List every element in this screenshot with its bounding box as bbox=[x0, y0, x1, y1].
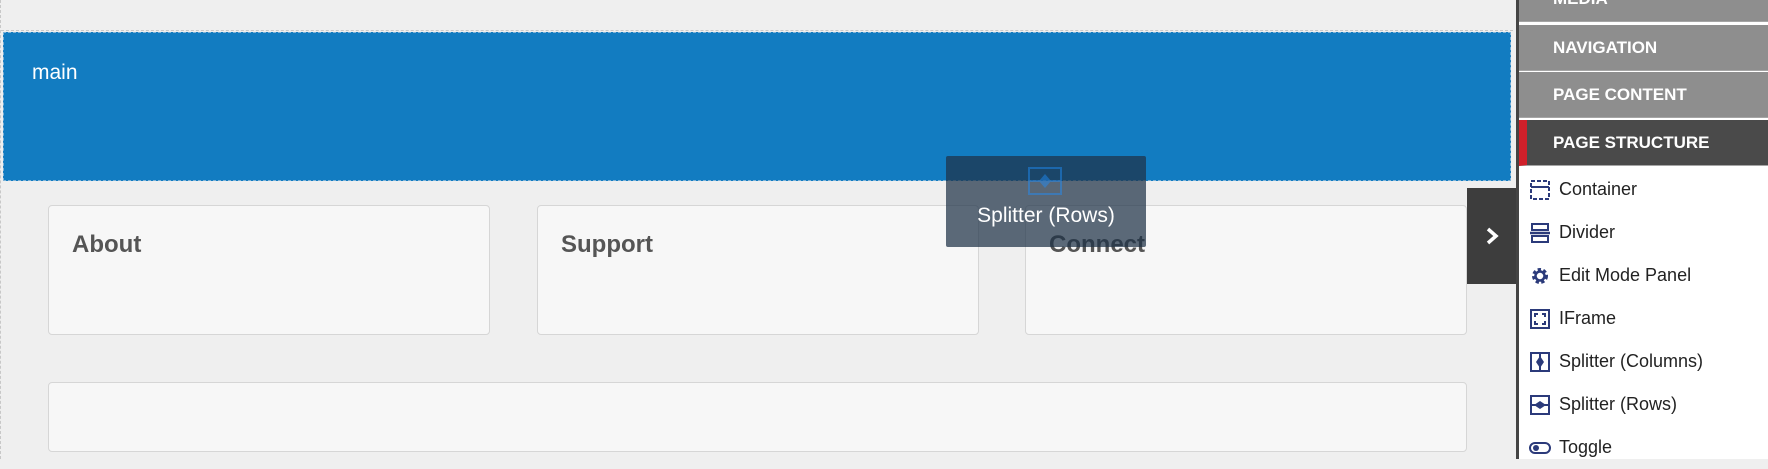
category-label: NAVIGATION bbox=[1553, 38, 1658, 57]
splitter-rows-icon bbox=[1028, 167, 1062, 195]
toolbox-item-splitter-columns[interactable]: Splitter (Columns) bbox=[1519, 340, 1768, 383]
item-label: Divider bbox=[1559, 222, 1616, 242]
toolbox-item-splitter-rows[interactable]: Splitter (Rows) bbox=[1519, 383, 1768, 426]
toolbox-item-toggle[interactable]: Toggle bbox=[1519, 426, 1768, 469]
main-zone[interactable]: main bbox=[3, 32, 1511, 181]
container-icon bbox=[1530, 179, 1550, 200]
item-label: Toggle bbox=[1559, 437, 1613, 457]
card-title: About bbox=[72, 231, 142, 258]
item-label: Splitter (Columns) bbox=[1559, 351, 1704, 371]
page-canvas: main About Support Connect bbox=[0, 0, 1513, 459]
toolbox-item-edit-mode-panel[interactable]: Edit Mode Panel bbox=[1519, 254, 1768, 297]
zone-label: main bbox=[32, 61, 78, 84]
category-page-content[interactable]: PAGE CONTENT bbox=[1519, 72, 1768, 118]
footer-zone[interactable] bbox=[48, 382, 1467, 452]
support-card[interactable]: Support bbox=[537, 205, 979, 335]
item-label: Edit Mode Panel bbox=[1559, 265, 1692, 285]
category-label: MEDIA bbox=[1553, 0, 1608, 8]
card-title: Support bbox=[561, 231, 653, 258]
category-label: PAGE STRUCTURE bbox=[1553, 133, 1710, 152]
item-label: Container bbox=[1559, 179, 1638, 199]
category-label: PAGE CONTENT bbox=[1553, 85, 1687, 104]
item-label: Splitter (Rows) bbox=[1559, 394, 1678, 414]
drag-ghost-label: Splitter (Rows) bbox=[977, 204, 1115, 227]
splitter-rows-icon bbox=[1530, 394, 1550, 415]
category-media[interactable]: MEDIA bbox=[1519, 0, 1768, 22]
splitter-columns-icon bbox=[1530, 351, 1550, 372]
iframe-icon bbox=[1530, 308, 1550, 329]
category-navigation[interactable]: NAVIGATION bbox=[1519, 25, 1768, 71]
drag-ghost[interactable]: Splitter (Rows) bbox=[946, 156, 1146, 247]
panel-toggle-button[interactable] bbox=[1467, 188, 1517, 284]
chevron-right-icon bbox=[1486, 227, 1499, 245]
gear-icon bbox=[1532, 267, 1548, 284]
toolbox-sidebar: MEDIA NAVIGATION PAGE CONTENT PAGE STRUC… bbox=[1516, 0, 1768, 459]
item-label: IFrame bbox=[1559, 308, 1617, 328]
about-card[interactable]: About bbox=[48, 205, 490, 335]
top-zone[interactable] bbox=[1, 0, 1513, 31]
toolbox-item-container[interactable]: Container bbox=[1519, 168, 1768, 211]
toolbox-item-iframe[interactable]: IFrame bbox=[1519, 297, 1768, 340]
toolbox-item-divider[interactable]: Divider bbox=[1519, 211, 1768, 254]
divider-icon bbox=[1530, 222, 1550, 243]
toggle-icon bbox=[1529, 441, 1551, 454]
category-page-structure[interactable]: PAGE STRUCTURE bbox=[1519, 120, 1768, 166]
